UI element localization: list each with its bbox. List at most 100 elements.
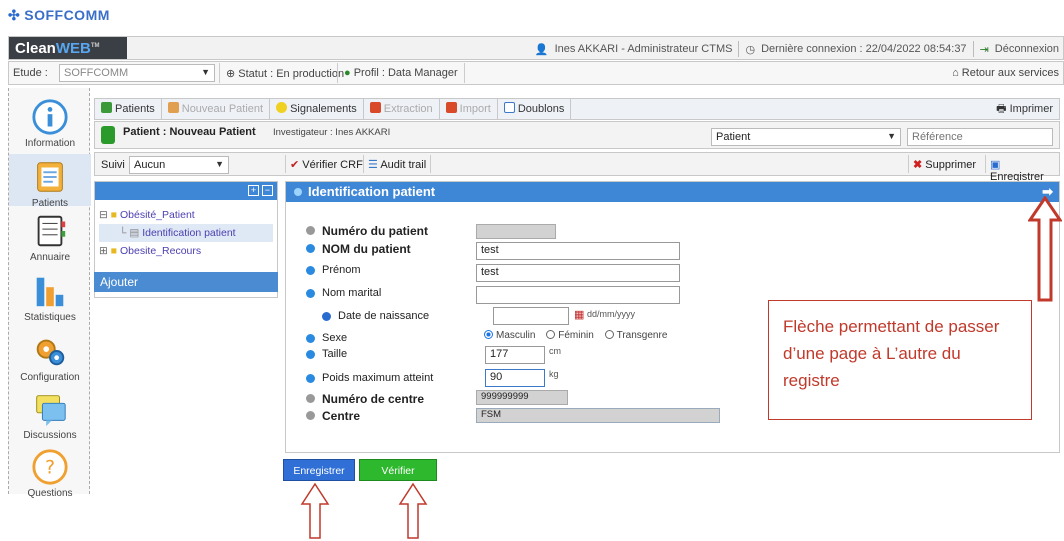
save-toolbar-button[interactable]: ▣ Enregistrer [985, 155, 1059, 183]
user-icon: 👤 [534, 43, 549, 56]
sex-label: Sexe [306, 332, 347, 344]
annotation-text: Flèche permettant de passer d’une page à… [783, 317, 1000, 390]
expand-all-icon[interactable]: + [248, 185, 259, 196]
list-icon: ☰ [368, 159, 378, 171]
verify-button[interactable]: Vérifier [359, 459, 437, 481]
bar-chart-icon [36, 277, 64, 307]
follow-up-bar: Suivi Aucun ▼ ✔ Vérifier CRF ☰ Audit trai… [94, 152, 1060, 183]
doublons-button[interactable]: Doublons [498, 99, 572, 119]
weight-unit: kg [549, 369, 559, 379]
calendar-icon[interactable]: ▦ [574, 308, 584, 321]
signalements-button[interactable]: Signalements [270, 99, 364, 119]
logout-link[interactable]: Déconnexion [995, 43, 1059, 55]
back-to-services-label: Retour aux services [961, 67, 1059, 79]
height-label: Taille [306, 348, 347, 360]
study-label: Etude : [13, 67, 48, 79]
patient-title: Patient : Nouveau Patient [123, 126, 256, 138]
document-icon: └ ▤ [119, 227, 140, 239]
patient-number-label: Numéro du patient [306, 224, 428, 238]
patient-type-select[interactable]: Patient ▼ [711, 128, 901, 146]
tree-node-identification[interactable]: └ ▤ Identification patient [99, 224, 273, 242]
patient-number-field [476, 224, 556, 239]
close-icon: ✖ [913, 159, 923, 171]
brand-text-a: Clean [15, 40, 56, 57]
tree-node-obesite-recours[interactable]: ⊞ ■ Obesite_Recours [99, 242, 273, 260]
radio-feminin[interactable] [546, 330, 556, 339]
nav-statistiques[interactable]: Statistiques [9, 272, 91, 323]
arrow-up-icon [1028, 196, 1062, 302]
folder-icon: ■ [110, 245, 118, 257]
nav-questions[interactable]: ? Questions [9, 448, 91, 499]
folder-icon: ■ [110, 209, 118, 221]
doublons-label: Doublons [517, 103, 565, 115]
radio-transgenre[interactable] [604, 330, 614, 339]
tree-node-obesite-patient[interactable]: ⊟ ■ Obésité_Patient [99, 206, 273, 224]
max-weight-input[interactable]: 90 [485, 369, 545, 387]
add-button[interactable]: Ajouter [94, 272, 278, 292]
home-icon: ⌂ [952, 67, 959, 79]
reference-input[interactable] [907, 128, 1053, 146]
tree-node-label: Obesite_Recours [120, 245, 202, 257]
label-text: NOM du patient [322, 242, 411, 256]
cleanweb-brand: CleanWEBTM [9, 37, 127, 59]
suivi-select[interactable]: Aucun ▼ [129, 156, 229, 174]
first-name-value: test [481, 266, 499, 278]
label-text: Sexe [322, 332, 348, 344]
patient-name-input[interactable]: test [476, 242, 680, 260]
extraction-button[interactable]: Extraction [364, 99, 440, 119]
save-button[interactable]: Enregistrer [283, 459, 355, 481]
max-weight-value: 90 [490, 371, 503, 383]
patient-file-icon [37, 162, 63, 192]
last-login: Dernière connexion : 22/04/2022 08:54:37 [761, 43, 967, 55]
tree-body: ⊟ ■ Obésité_Patient └ ▤ Identification p… [95, 200, 277, 266]
verify-crf-button[interactable]: ✔ Vérifier CRF [285, 155, 367, 173]
nav-label: Discussions [23, 430, 77, 441]
label-text: Taille [322, 348, 348, 360]
chat-icon [36, 395, 66, 427]
verify-label: Vérifier [381, 465, 415, 477]
current-user[interactable]: Ines AKKARI - Administrateur CTMS [555, 43, 733, 55]
patients-button[interactable]: Patients [95, 99, 162, 119]
center-number-label: Numéro de centre [306, 392, 424, 406]
nav-label: Patients [31, 198, 69, 209]
radio-masculin[interactable] [484, 330, 493, 339]
add-label: Ajouter [100, 275, 139, 289]
back-to-services-link[interactable]: ⌂ Retour aux services [952, 67, 1059, 79]
nav-discussions[interactable]: Discussions [9, 390, 91, 441]
nav-annuaire[interactable]: Annuaire [9, 212, 91, 263]
logo-text: SOFFCOMM [24, 7, 110, 23]
height-input[interactable]: 177 [485, 346, 545, 364]
floppy-icon: ▣ [990, 159, 1001, 171]
print-button[interactable]: 🖶 Imprimer [990, 99, 1059, 119]
profile-text: Profil : Data Manager [353, 67, 458, 79]
save-label: Enregistrer [293, 465, 345, 477]
delete-button[interactable]: ✖ Supprimer [908, 155, 980, 173]
nav-information[interactable]: Information [9, 98, 91, 149]
import-label: Import [459, 103, 491, 115]
nav-patients[interactable]: Patients [9, 154, 91, 209]
collapse-all-icon[interactable]: − [262, 185, 273, 196]
center-field: FSM [476, 408, 720, 423]
target-icon: ⊕ [226, 68, 236, 80]
birth-date-input[interactable] [493, 307, 569, 325]
verify-crf-label: Vérifier CRF [302, 159, 363, 171]
signalements-label: Signalements [290, 103, 357, 115]
new-patient-button[interactable]: Nouveau Patient [162, 99, 271, 119]
nav-configuration[interactable]: Configuration [9, 332, 91, 383]
logo-icon: ✣ [8, 7, 21, 23]
arrow-up-icon [300, 482, 330, 539]
first-name-input[interactable]: test [476, 264, 680, 282]
study-select[interactable]: SOFFCOMM ▼ [59, 64, 215, 82]
import-button[interactable]: Import [440, 99, 498, 119]
profile-icon: ● [344, 67, 351, 79]
radio-label: Masculin [496, 330, 536, 341]
patients-label: Patients [115, 103, 155, 115]
study-select-value: SOFFCOMM [64, 67, 129, 79]
new-patient-label: Nouveau Patient [181, 103, 264, 115]
patient-bar: Patient : Nouveau Patient Investigateur … [94, 121, 1060, 149]
investigator: Investigateur : Ines AKKARI [273, 127, 391, 138]
label-text: Poids maximum atteint [322, 372, 434, 384]
married-name-input[interactable] [476, 286, 680, 304]
checkmark-icon: ✔ [290, 159, 300, 171]
audit-trail-button[interactable]: ☰ Audit trail [363, 155, 432, 173]
